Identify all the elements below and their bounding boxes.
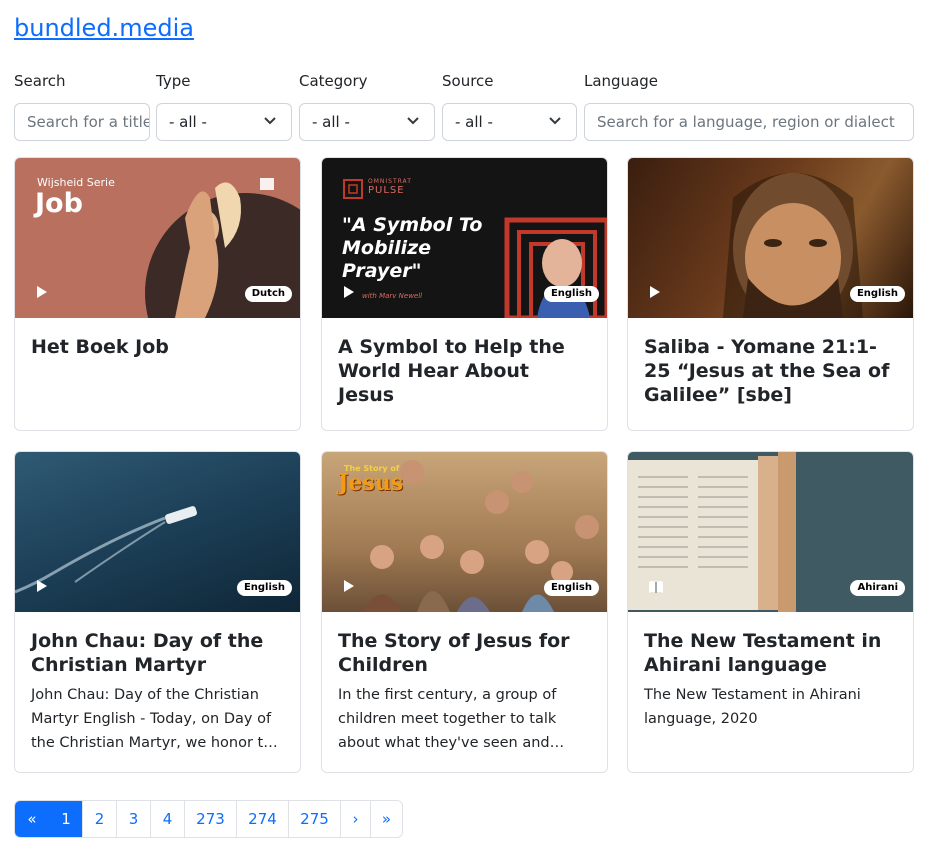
pagination-page-3[interactable]: 3: [116, 801, 150, 837]
play-icon: [37, 580, 47, 592]
source-select-value: - all -: [455, 113, 493, 131]
card-description: John Chau: Day of the Christian Martyr E…: [31, 687, 282, 751]
pagination-last-button[interactable]: »: [370, 801, 402, 837]
language-input[interactable]: Search for a language, region or dialect: [584, 103, 914, 141]
play-icon: [37, 286, 47, 298]
card-description: In the first century, a group of childre…: [338, 687, 557, 751]
pulse-kicker-text: OMNISTRAT: [368, 178, 412, 185]
language-badge: English: [543, 286, 599, 302]
type-label: Type: [156, 72, 191, 90]
card-title[interactable]: A Symbol to Help the World Hear About Je…: [322, 318, 607, 407]
language-badge: Dutch: [244, 286, 292, 302]
card-title[interactable]: The New Testament in Ahirani language: [628, 612, 913, 677]
card-description: The New Testament in Ahirani language, 2…: [644, 687, 861, 727]
chevron-down-icon: [264, 117, 276, 125]
media-card[interactable]: English Saliba - Yomane 21:1-25 “Jesus a…: [627, 157, 914, 431]
pagination-page-2[interactable]: 2: [82, 801, 116, 837]
book-icon: [649, 581, 663, 593]
language-badge: English: [236, 580, 292, 596]
pulse-byline-text: with Marv Newell: [362, 292, 423, 300]
source-select[interactable]: - all -: [442, 103, 577, 141]
chevron-down-icon: [407, 117, 419, 125]
language-badge: Ahirani: [850, 580, 905, 596]
media-card[interactable]: Wijsheid Serie Job Dutch Het Boek Job: [14, 157, 301, 431]
card-thumbnail[interactable]: English: [15, 452, 300, 612]
card-title[interactable]: John Chau: Day of the Christian Martyr: [15, 612, 300, 677]
card-thumbnail[interactable]: Ahirani: [628, 452, 913, 612]
media-card[interactable]: English John Chau: Day of the Christian …: [14, 451, 301, 773]
play-icon: [344, 286, 354, 298]
media-card[interactable]: Ahirani The New Testament in Ahirani lan…: [627, 451, 914, 773]
pagination: « 1 2 3 4 273 274 275 › »: [14, 800, 403, 838]
pagination-page-273[interactable]: 273: [184, 801, 236, 837]
card-title[interactable]: The Story of Jesus for Children: [322, 612, 607, 677]
language-label: Language: [584, 72, 659, 90]
type-select-value: - all -: [169, 113, 207, 131]
search-input[interactable]: Search for a title: [14, 103, 150, 141]
card-thumbnail[interactable]: The Story of Jesus English: [322, 452, 607, 612]
pagination-page-1[interactable]: 1: [49, 801, 82, 837]
pagination-page-4[interactable]: 4: [150, 801, 184, 837]
pagination-page-274[interactable]: 274: [236, 801, 288, 837]
card-title[interactable]: Het Boek Job: [15, 318, 300, 359]
card-thumbnail[interactable]: Wijsheid Serie Job Dutch: [15, 158, 300, 318]
pulse-quote-text: "A Symbol To Mobilize Prayer": [342, 214, 483, 282]
language-badge: English: [849, 286, 905, 302]
search-label: Search: [14, 72, 66, 90]
story-logo-main: Jesus: [338, 470, 404, 496]
source-label: Source: [442, 72, 494, 90]
category-select-value: - all -: [312, 113, 350, 131]
card-thumbnail[interactable]: OMNISTRAT PULSE "A Symbol To Mobilize Pr…: [322, 158, 607, 318]
pagination-first-button[interactable]: «: [15, 801, 49, 837]
pagination-page-275[interactable]: 275: [288, 801, 340, 837]
thumb-title-text: Job: [35, 188, 83, 219]
filter-bar: Search Type Category Source Language Sea…: [14, 72, 914, 142]
media-card[interactable]: OMNISTRAT PULSE "A Symbol To Mobilize Pr…: [321, 157, 608, 431]
play-icon: [344, 580, 354, 592]
media-card[interactable]: The Story of Jesus English The Story of …: [321, 451, 608, 773]
pulse-brand-text: PULSE: [368, 185, 405, 196]
language-badge: English: [543, 580, 599, 596]
category-select[interactable]: - all -: [299, 103, 435, 141]
category-label: Category: [299, 72, 368, 90]
play-icon: [650, 286, 660, 298]
card-thumbnail[interactable]: English: [628, 158, 913, 318]
card-title[interactable]: Saliba - Yomane 21:1-25 “Jesus at the Se…: [628, 318, 913, 407]
chevron-down-icon: [549, 117, 561, 125]
type-select[interactable]: - all -: [156, 103, 292, 141]
pagination-next-button[interactable]: ›: [340, 801, 370, 837]
brand-link[interactable]: bundled.media: [14, 14, 194, 42]
